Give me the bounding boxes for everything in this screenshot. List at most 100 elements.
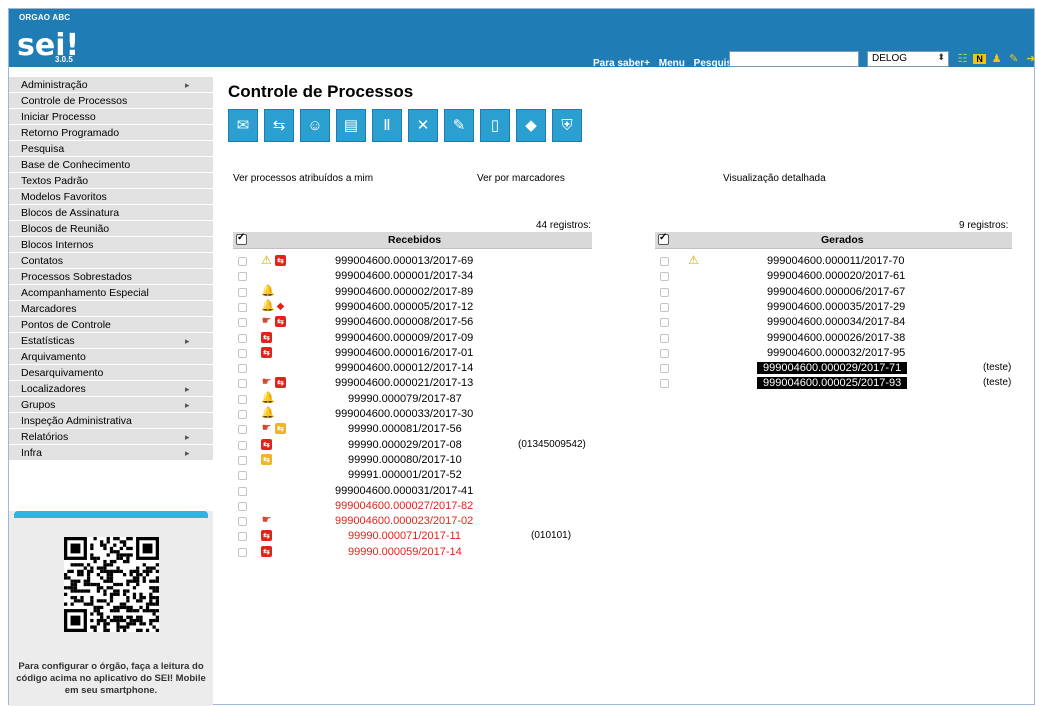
row-checkbox[interactable] [238, 532, 247, 542]
row-checkbox[interactable] [238, 272, 247, 282]
row-checkbox[interactable] [660, 302, 669, 312]
sidebar-item[interactable]: Inspeção Administrativa [9, 413, 213, 429]
row-checkbox[interactable] [660, 333, 669, 343]
sidebar-item[interactable]: Base de Conhecimento [9, 157, 213, 173]
sidebar-item[interactable]: Pontos de Controle [9, 317, 213, 333]
process-number-link[interactable]: 999004600.000013/2017-69 [335, 255, 473, 267]
process-number-link[interactable]: 999004600.000035/2017-29 [767, 301, 905, 313]
tag-icon[interactable]: ◆ [275, 301, 286, 312]
bell-icon[interactable]: 🔔 [261, 408, 275, 419]
sidebar-item[interactable]: Pesquisa [9, 141, 213, 157]
transfer-icon[interactable]: ⇆ [261, 438, 272, 450]
row-checkbox[interactable] [660, 272, 669, 282]
row-checkbox[interactable] [238, 547, 247, 557]
select-all-recebidos-checkbox[interactable] [236, 232, 247, 245]
warning-icon[interactable]: ⚠ [261, 254, 272, 266]
row-checkbox[interactable] [238, 425, 247, 435]
shield-icon[interactable]: ⛨ [552, 109, 582, 142]
process-number-link[interactable]: 99990.000059/2017-14 [348, 546, 462, 558]
row-checkbox[interactable] [660, 318, 669, 328]
exit-icon[interactable]: ➜ [1024, 52, 1037, 65]
process-number-link[interactable]: 999004600.000008/2017-56 [335, 316, 473, 328]
row-checkbox[interactable] [660, 257, 669, 266]
row-checkbox[interactable] [238, 302, 247, 312]
transfer-icon[interactable]: ⇆ [275, 316, 286, 328]
notes-icon[interactable]: N [973, 54, 987, 64]
conclude-icon[interactable]: ✕ [408, 109, 438, 142]
send-icon[interactable]: ✉ [228, 109, 258, 142]
sidebar-item[interactable]: Modelos Favoritos [9, 189, 213, 205]
process-number-link[interactable]: 999004600.000020/2017-61 [767, 270, 905, 282]
sidebar-item[interactable]: Relatórios [9, 429, 213, 445]
grid-icon[interactable]: ☷ [956, 52, 969, 65]
row-checkbox[interactable] [238, 455, 247, 465]
new-document-icon[interactable]: ▯ [480, 109, 510, 142]
process-number-link[interactable]: 99990.000071/2017-11 [348, 530, 461, 542]
sidebar-item[interactable]: Blocos de Assinatura [9, 205, 213, 221]
sidebar-item[interactable]: Contatos [9, 253, 213, 269]
row-checkbox[interactable] [660, 364, 669, 374]
process-number-link[interactable]: 999004600.000023/2017-02 [335, 515, 473, 527]
tag-icon[interactable]: ◆ [516, 109, 546, 142]
view-by-markers-link[interactable]: Ver por marcadores [477, 173, 565, 184]
unit-select[interactable]: DELOG ⬍ [867, 51, 949, 67]
note-icon[interactable]: ✎ [444, 109, 474, 142]
bell-icon[interactable]: 🔔 [261, 392, 275, 404]
sidebar-item[interactable]: Infra [9, 445, 213, 461]
user-icon[interactable]: ♟ [990, 52, 1003, 65]
search-input[interactable] [729, 51, 859, 67]
transfer-icon[interactable]: ⇆ [275, 255, 286, 266]
assigned-processes-link[interactable]: Ver processos atribuídos a mim [233, 173, 373, 184]
process-number-link[interactable]: 99990.000080/2017-10 [348, 454, 462, 466]
documents-icon[interactable]: ▤ [336, 109, 366, 142]
hand-icon[interactable]: ☛ [261, 423, 272, 434]
process-number-link[interactable]: 999004600.000027/2017-82 [335, 500, 473, 512]
sidebar-item[interactable]: Processos Sobrestados [9, 269, 213, 285]
row-checkbox[interactable] [660, 348, 669, 358]
hand-icon[interactable]: ☛ [261, 515, 272, 526]
row-checkbox[interactable] [238, 364, 247, 374]
process-number-link[interactable]: 999004600.000009/2017-09 [335, 332, 473, 344]
process-number-link[interactable]: 999004600.000001/2017-34 [335, 270, 473, 282]
row-checkbox[interactable] [238, 410, 247, 419]
sidebar-item[interactable]: Retorno Programado [9, 125, 213, 141]
process-number-link[interactable]: 999004600.000012/2017-14 [335, 362, 473, 374]
transfer-icon[interactable]: ⇆ [261, 346, 272, 358]
sidebar-item[interactable]: Grupos [9, 397, 213, 413]
process-number-link[interactable]: 999004600.000011/2017-70 [767, 255, 904, 267]
bell-icon[interactable]: 🔔 [261, 300, 275, 312]
row-checkbox[interactable] [238, 486, 247, 496]
row-checkbox[interactable] [238, 318, 247, 328]
row-checkbox[interactable] [660, 379, 669, 389]
workflow-icon[interactable]: ⇆ [264, 109, 294, 142]
process-number-link[interactable]: 999004600.000034/2017-84 [767, 316, 905, 328]
sidebar-item[interactable]: Desarquivamento [9, 365, 213, 381]
row-checkbox[interactable] [238, 440, 247, 450]
transfer-icon[interactable]: ⇆ [261, 331, 272, 343]
sidebar-item[interactable]: Textos Padrão [9, 173, 213, 189]
process-number-link[interactable]: 999004600.000031/2017-41 [335, 485, 473, 497]
process-number-link[interactable]: 999004600.000025/2017-93 [757, 377, 908, 390]
transfer-icon[interactable]: ⇆ [261, 453, 272, 465]
transfer-icon[interactable]: ⇆ [275, 423, 286, 435]
sidebar-item[interactable]: Localizadores [9, 381, 213, 397]
detailed-view-link[interactable]: Visualização detalhada [723, 173, 826, 184]
warning-icon[interactable]: ⚠ [688, 254, 699, 266]
process-number-link[interactable]: 99990.000081/2017-56 [348, 423, 462, 435]
process-number-link[interactable]: 999004600.000005/2017-12 [335, 301, 473, 313]
sidebar-item[interactable]: Iniciar Processo [9, 109, 213, 125]
row-checkbox[interactable] [238, 379, 247, 389]
process-number-link[interactable]: 99990.000079/2017-87 [348, 393, 462, 405]
sidebar-item[interactable]: Blocos de Reunião [9, 221, 213, 237]
row-checkbox[interactable] [238, 501, 247, 511]
sidebar-item[interactable]: Blocos Internos [9, 237, 213, 253]
row-checkbox[interactable] [238, 257, 247, 266]
transfer-icon[interactable]: ⇆ [261, 545, 272, 557]
process-number-link[interactable]: 999004600.000006/2017-67 [767, 286, 905, 298]
menu-link[interactable]: Menu [659, 58, 685, 69]
para-saber-link[interactable]: Para saber+ [593, 58, 650, 69]
row-checkbox[interactable] [238, 287, 247, 297]
sidebar-item[interactable]: Controle de Processos [9, 93, 213, 109]
row-checkbox[interactable] [238, 333, 247, 343]
row-checkbox[interactable] [660, 287, 669, 297]
